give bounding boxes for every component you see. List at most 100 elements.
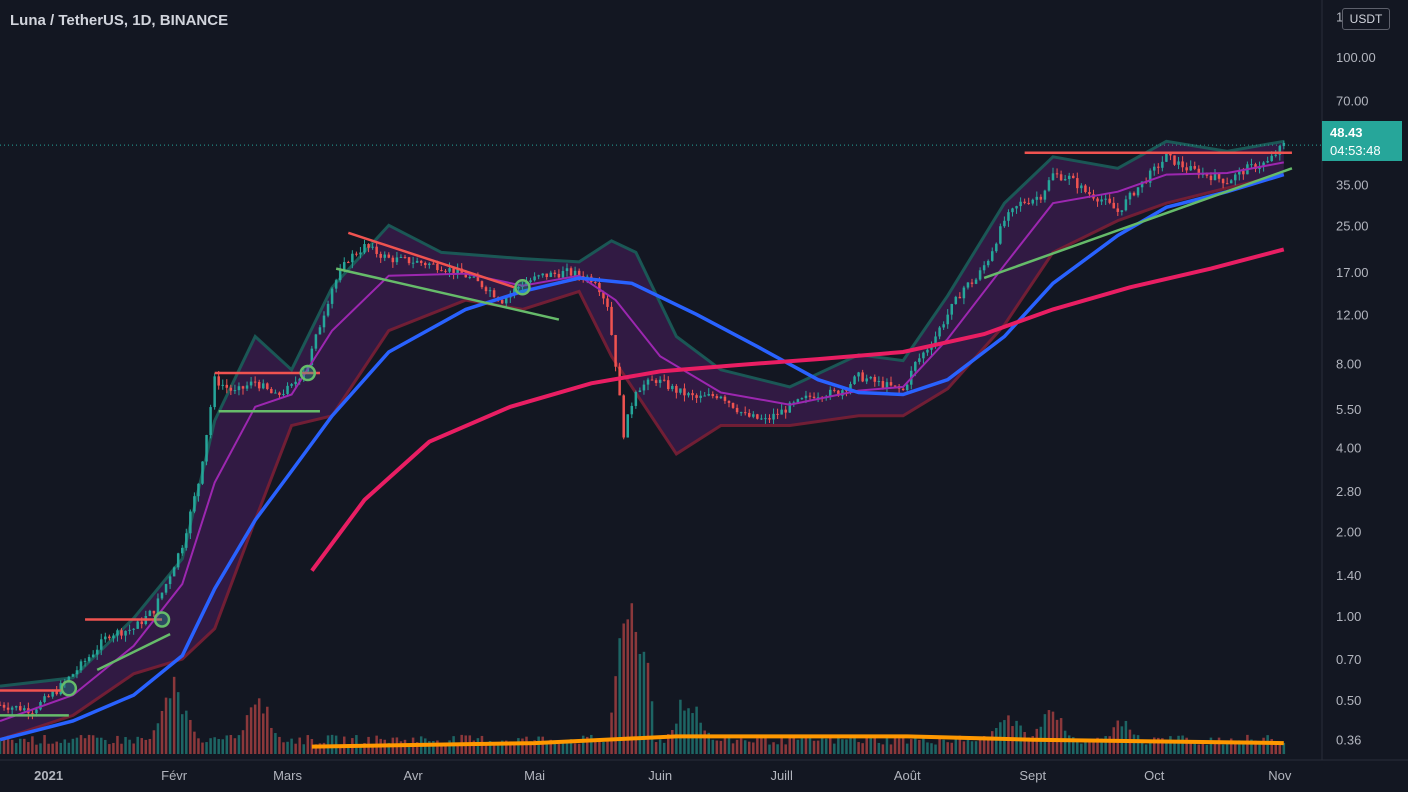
candle-body: [723, 396, 727, 401]
currency-badge[interactable]: USDT: [1342, 8, 1390, 30]
candle-body: [549, 272, 553, 277]
candle-body: [1124, 199, 1128, 211]
price-tick-label: 0.50: [1336, 693, 1361, 708]
candle-body: [318, 327, 322, 335]
candle-body: [1128, 192, 1132, 200]
volume-bar: [517, 738, 520, 754]
candle-body: [124, 630, 127, 636]
volume-bar: [1051, 711, 1055, 754]
candle-body: [47, 696, 50, 698]
candle-body: [1213, 173, 1217, 181]
candle-body: [176, 553, 180, 568]
volume-bar: [727, 736, 731, 754]
volume-bar: [1088, 741, 1091, 754]
candle-body: [695, 395, 698, 398]
candle-body: [1161, 161, 1164, 168]
time-tick-label: 2021: [34, 768, 63, 783]
candle-body: [1132, 192, 1136, 196]
candle-body: [375, 246, 378, 254]
candle-body: [217, 376, 220, 386]
candle-body: [1116, 208, 1120, 212]
volume-bar: [1047, 710, 1051, 754]
candle-body: [990, 251, 994, 261]
volume-bar: [1067, 735, 1071, 754]
candle-body: [861, 372, 864, 382]
candle-body: [383, 254, 387, 258]
candle-body: [950, 303, 954, 315]
volume-bar: [189, 719, 192, 754]
volume-bar: [257, 698, 261, 754]
volume-bar: [545, 743, 549, 754]
bar-countdown: 04:53:48: [1330, 143, 1381, 158]
price-chart[interactable]: 140.00100.0070.0035.0025.0017.0012.008.0…: [0, 0, 1408, 792]
candle-body: [99, 639, 103, 650]
candle-body: [282, 393, 285, 396]
candle-body: [756, 414, 759, 419]
candle-body: [610, 306, 613, 335]
volume-bar: [711, 739, 715, 754]
candle-body: [1100, 199, 1103, 202]
candle-body: [752, 414, 755, 417]
volume-bar: [108, 744, 111, 754]
volume-bar: [715, 740, 719, 754]
candle-body: [79, 661, 83, 671]
candle-body: [1047, 180, 1051, 191]
volume-bar: [132, 743, 135, 754]
volume-bar: [229, 734, 233, 754]
price-tick-label: 25.00: [1336, 218, 1369, 233]
candle-body: [128, 629, 131, 631]
volume-bar: [735, 739, 739, 754]
volume-bar: [209, 738, 212, 754]
volume-bar: [180, 714, 184, 754]
candle-body: [1051, 173, 1055, 181]
candle-body: [573, 270, 577, 276]
volume-bar: [1124, 720, 1128, 754]
candle-body: [995, 243, 998, 252]
volume-bar: [646, 662, 650, 754]
candle-body: [1055, 173, 1059, 175]
time-tick-label: Août: [894, 768, 921, 783]
volume-bar: [116, 735, 119, 754]
candle-body: [359, 252, 362, 255]
volume-bar: [31, 736, 34, 754]
candle-body: [974, 279, 978, 284]
candle-body: [642, 384, 646, 391]
candle-body: [347, 262, 350, 264]
breakout-marker: [299, 364, 317, 382]
volume-bar: [824, 738, 828, 754]
candle-body: [160, 592, 164, 599]
volume-bar: [719, 740, 723, 754]
symbol-title[interactable]: Luna / TetherUS, 1D, BINANCE: [10, 12, 228, 29]
volume-bar: [1221, 744, 1225, 754]
volume-bar: [752, 742, 755, 754]
candle-body: [1169, 153, 1172, 156]
volume-bar: [95, 737, 99, 754]
candle-body: [557, 273, 561, 278]
candle-body: [120, 630, 123, 636]
volume-bar: [1197, 744, 1201, 754]
candle-body: [448, 268, 451, 272]
candle-body: [679, 388, 682, 393]
volume-bar: [436, 740, 439, 754]
volume-bar: [71, 738, 75, 754]
candle-body: [201, 461, 204, 484]
candle-body: [314, 334, 318, 349]
candle-body: [14, 706, 18, 708]
candle-body: [342, 262, 346, 270]
volume-bar: [995, 727, 998, 754]
candle-body: [808, 395, 812, 397]
candle-body: [646, 379, 650, 385]
candle-body: [1189, 166, 1192, 171]
volume-bar: [561, 743, 565, 754]
candle-body: [853, 376, 856, 385]
volume-bar: [160, 710, 164, 754]
price-tick-label: 100.00: [1336, 50, 1376, 65]
candle-body: [962, 287, 966, 299]
candle-body: [1076, 178, 1079, 189]
time-tick-label: Juin: [648, 768, 672, 783]
volume-bar: [124, 737, 127, 754]
volume-bar: [59, 742, 63, 754]
candle-body: [614, 334, 617, 367]
candle-body: [112, 635, 115, 639]
volume-bar: [176, 692, 180, 754]
